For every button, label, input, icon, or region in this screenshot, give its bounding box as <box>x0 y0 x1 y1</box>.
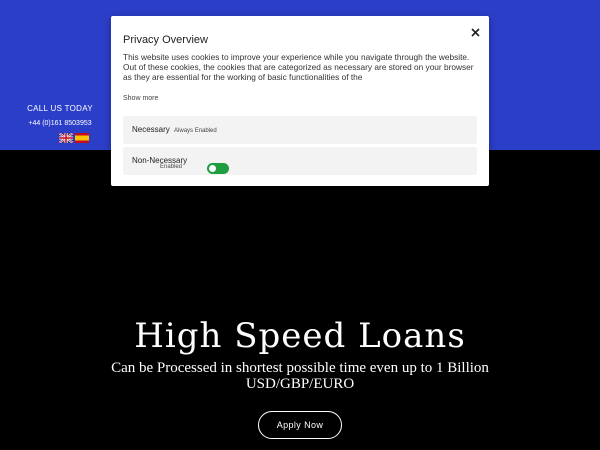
hero-title: High Speed Loans <box>134 316 466 356</box>
apply-now-button[interactable]: Apply Now <box>258 411 342 439</box>
category-necessary[interactable]: Necessary Always Enabled <box>123 116 477 144</box>
spain-flag-icon[interactable] <box>75 133 89 143</box>
privacy-modal: Privacy Overview This website uses cooki… <box>111 16 489 186</box>
toggle-knob <box>209 165 216 172</box>
always-enabled-label: Always Enabled <box>174 128 217 134</box>
uk-flag-icon[interactable] <box>59 133 73 143</box>
non-necessary-toggle[interactable] <box>207 163 229 174</box>
category-non-necessary[interactable]: Non-Necessary Enabled <box>123 147 477 175</box>
phone-number[interactable]: +44 (0)161 8503953 <box>0 120 120 127</box>
show-more-link[interactable]: Show more <box>123 95 158 102</box>
hero-subtitle: Can be Processed in shortest possible ti… <box>111 360 489 392</box>
close-icon[interactable] <box>468 25 482 39</box>
enabled-label: Enabled <box>160 164 183 170</box>
modal-description: This website uses cookies to improve you… <box>123 52 474 82</box>
category-name: Necessary <box>132 125 170 134</box>
call-us-label: CALL US TODAY <box>27 104 93 113</box>
language-switcher <box>59 133 89 143</box>
modal-title: Privacy Overview <box>123 34 208 46</box>
category-label: Necessary Always Enabled <box>132 125 217 134</box>
